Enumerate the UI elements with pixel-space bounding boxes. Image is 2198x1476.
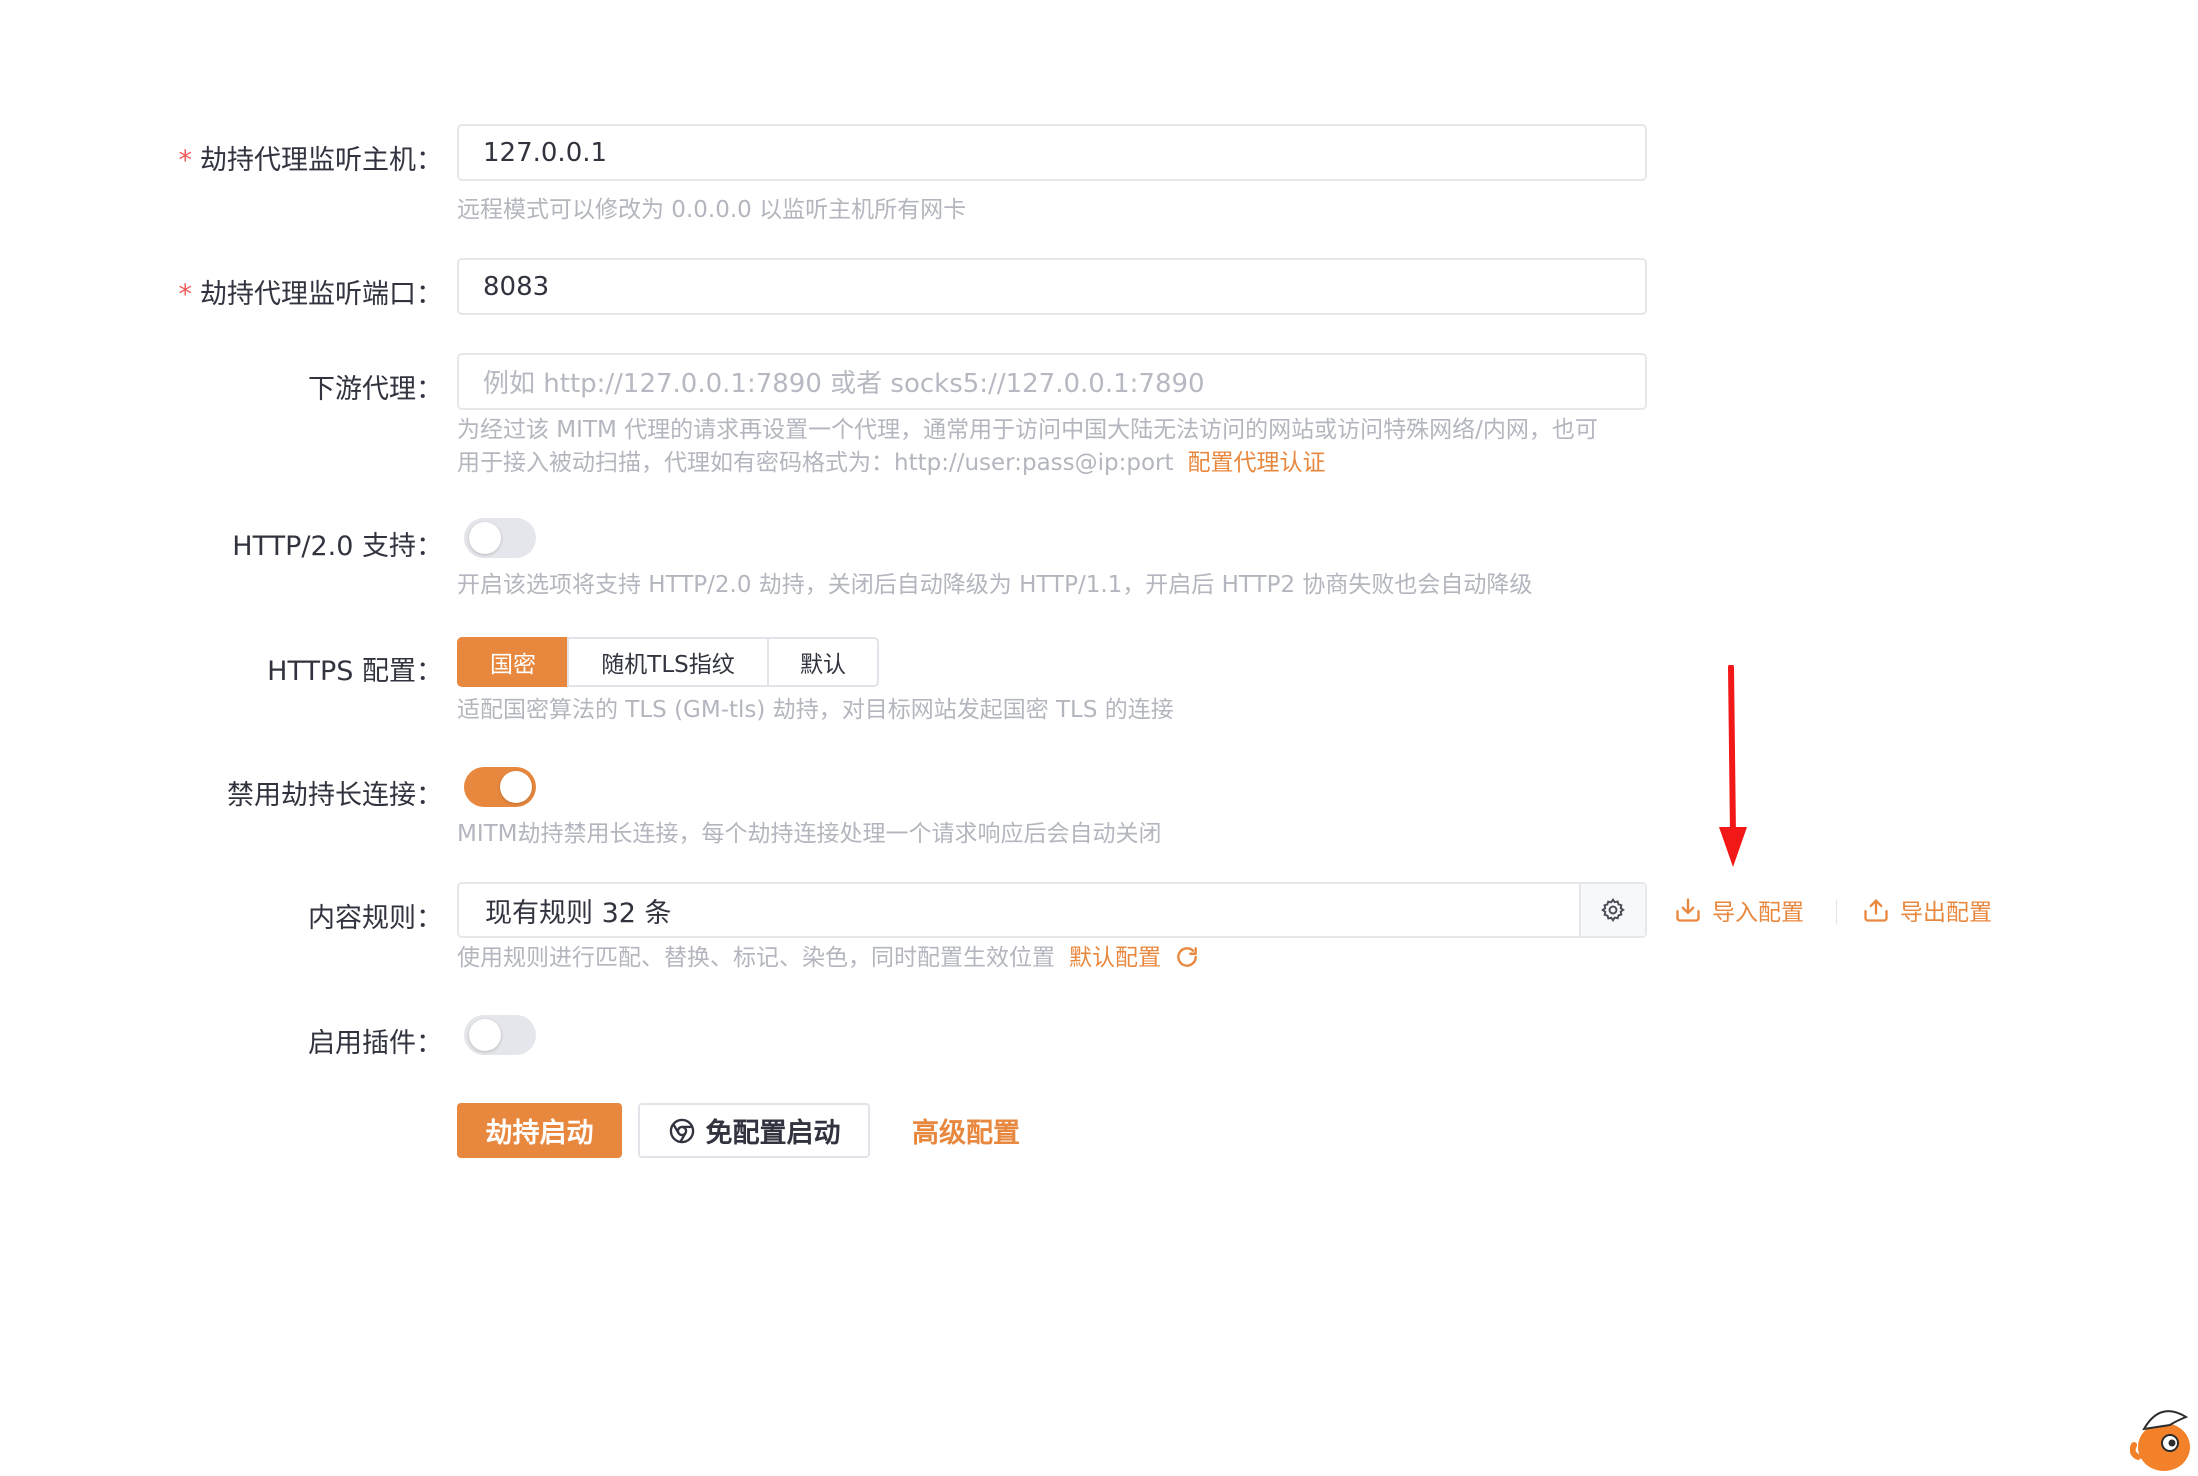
- http2-switch[interactable]: [464, 518, 536, 558]
- https-option-default[interactable]: 默认: [767, 637, 879, 687]
- annotation-arrow: [1719, 665, 1747, 867]
- content-rules-box[interactable]: 现有规则 32 条: [457, 882, 1647, 938]
- disable-keepalive-help: MITM劫持禁用长连接，每个劫持连接处理一个请求响应后会自动关闭: [457, 821, 1162, 847]
- refresh-icon[interactable]: [1174, 944, 1200, 970]
- host-label: * 劫持代理监听主机：: [178, 145, 444, 176]
- content-rules-label: 内容规则：: [308, 903, 443, 934]
- import-icon: [1676, 898, 1700, 922]
- switch-knob: [469, 522, 501, 554]
- http2-label: HTTP/2.0 支持：: [232, 531, 443, 562]
- https-config-help: 适配国密算法的 TLS (GM-tls) 劫持，对目标网站发起国密 TLS 的连…: [457, 697, 1174, 723]
- export-icon: [1864, 899, 1888, 922]
- required-mark: *: [178, 279, 193, 310]
- https-option-random-tls[interactable]: 随机TLS指纹: [567, 637, 769, 687]
- downstream-proxy-input[interactable]: 例如 http://127.0.0.1:7890 或者 socks5://127…: [457, 353, 1647, 410]
- downstream-proxy-help: 为经过该 MITM 代理的请求再设置一个代理，通常用于访问中国大陆无法访问的网站…: [457, 417, 1598, 476]
- import-config-button[interactable]: 导入配置: [1674, 893, 1804, 927]
- port-label: * 劫持代理监听端口：: [178, 279, 444, 310]
- disable-keepalive-label: 禁用劫持长连接：: [227, 780, 443, 811]
- action-divider: [1836, 900, 1837, 924]
- plugins-label: 启用插件：: [308, 1028, 443, 1059]
- mitm-config-page: * 劫持代理监听主机： 127.0.0.1 远程模式可以修改为 0.0.0.0 以…: [0, 0, 2198, 1476]
- port-input[interactable]: 8083: [457, 258, 1647, 315]
- host-help: 远程模式可以修改为 0.0.0.0 以监听主机所有网卡: [457, 197, 967, 223]
- content-rules-help: 使用规则进行匹配、替换、标记、染色，同时配置生效位置 默认配置: [457, 942, 1657, 975]
- https-config-segmented: 国密 随机TLS指纹 默认: [457, 637, 879, 687]
- host-input[interactable]: 127.0.0.1: [457, 124, 1647, 181]
- switch-knob: [500, 771, 532, 803]
- settings-gear-icon: [1601, 898, 1625, 923]
- downstream-proxy-label: 下游代理：: [308, 374, 443, 405]
- chrome-icon: [669, 1118, 694, 1143]
- required-mark: *: [178, 145, 193, 176]
- hijack-start-button[interactable]: 劫持启动: [457, 1103, 622, 1158]
- default-config-link[interactable]: 默认配置: [1069, 945, 1161, 971]
- https-config-label: HTTPS 配置：: [267, 656, 443, 687]
- plugins-switch[interactable]: [464, 1015, 536, 1055]
- https-option-gm[interactable]: 国密: [457, 637, 569, 687]
- content-rules-value: 现有规则 32 条: [485, 897, 672, 929]
- mascot-icon: [2130, 1410, 2190, 1471]
- switch-knob: [469, 1019, 501, 1051]
- advanced-config-link[interactable]: 高级配置: [912, 1103, 1020, 1158]
- http2-help: 开启该选项将支持 HTTP/2.0 劫持，关闭后自动降级为 HTTP/1.1，开…: [457, 572, 1533, 598]
- proxy-auth-link[interactable]: 配置代理认证: [1188, 450, 1326, 476]
- no-config-start-button[interactable]: 免配置启动: [638, 1103, 870, 1158]
- content-rules-settings-button[interactable]: [1579, 884, 1645, 936]
- export-config-button[interactable]: 导出配置: [1862, 893, 1992, 927]
- disable-keepalive-switch[interactable]: [464, 767, 536, 807]
